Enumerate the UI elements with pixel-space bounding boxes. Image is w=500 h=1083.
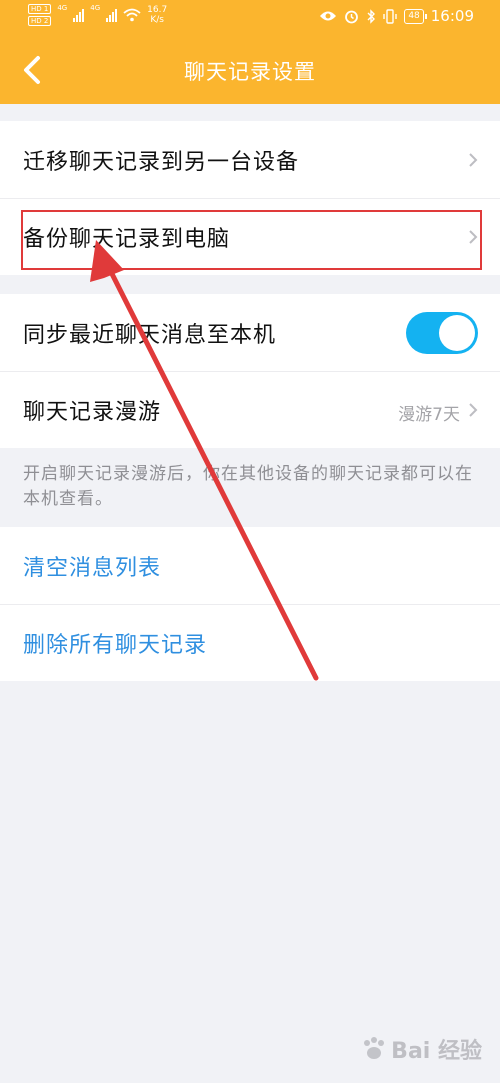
chat-roaming-label: 聊天记录漫游 — [23, 399, 162, 425]
sync-recent-messages-label: 同步最近聊天消息至本机 — [23, 322, 277, 348]
chevron-right-icon — [469, 402, 478, 417]
clear-message-list-item[interactable]: 清空消息列表 — [0, 527, 500, 604]
status-left-cluster: HD 1 HD 2 4G 4G 16.7 K/s — [28, 4, 167, 26]
chat-roaming-item[interactable]: 聊天记录漫游 漫游7天 — [0, 371, 500, 448]
page-title: 聊天记录设置 — [184, 60, 316, 84]
sync-section: 同步最近聊天消息至本机 聊天记录漫游 漫游7天 — [0, 294, 500, 448]
toggle-knob — [439, 314, 475, 351]
chat-roaming-value: 漫游7天 — [398, 404, 460, 425]
clear-message-list-label: 清空消息列表 — [23, 555, 162, 581]
alarm-icon — [345, 10, 359, 23]
battery-icon: 48 — [404, 8, 428, 24]
network-type-1: 4G — [57, 4, 68, 12]
vibrate-icon — [383, 8, 398, 24]
delete-all-records-label: 删除所有聊天记录 — [23, 632, 208, 658]
signal-icon-2 — [106, 8, 118, 22]
danger-section: 清空消息列表 删除所有聊天记录 — [0, 527, 500, 681]
status-right-cluster: 48 16:09 — [319, 7, 474, 25]
network-speed: 16.7 K/s — [147, 5, 168, 25]
hd-badge-1: HD 1 — [28, 4, 52, 14]
migrate-records-item[interactable]: 迁移聊天记录到另一台设备 — [0, 121, 500, 198]
hd-badge-2: HD 2 — [28, 16, 52, 26]
sync-toggle[interactable] — [406, 311, 478, 354]
roaming-hint-text: 开启聊天记录漫游后，你在其他设备的聊天记录都可以在本机查看。 — [23, 464, 473, 509]
status-time: 16:09 — [430, 7, 474, 25]
signal-icon — [73, 8, 85, 22]
delete-all-records-item[interactable]: 删除所有聊天记录 — [0, 604, 500, 681]
bluetooth-icon — [367, 8, 376, 24]
migrate-records-label: 迁移聊天记录到另一台设备 — [23, 149, 300, 175]
network-type-2: 4G — [90, 4, 101, 12]
wifi-icon — [123, 8, 141, 22]
sync-recent-messages-item: 同步最近聊天消息至本机 — [0, 294, 500, 371]
status-bar: HD 1 HD 2 4G 4G 16.7 K/s 48 16:09 — [0, 0, 500, 36]
baidu-watermark: Bai 经验 — [359, 1033, 482, 1065]
paw-logo-icon — [364, 1037, 385, 1059]
eye-icon — [320, 11, 337, 21]
annotation-highlight-box — [21, 210, 482, 270]
watermark-text: Bai 经验 — [391, 1039, 482, 1064]
chevron-right-icon — [469, 152, 478, 167]
nav-bar: 聊天记录设置 — [0, 36, 500, 104]
